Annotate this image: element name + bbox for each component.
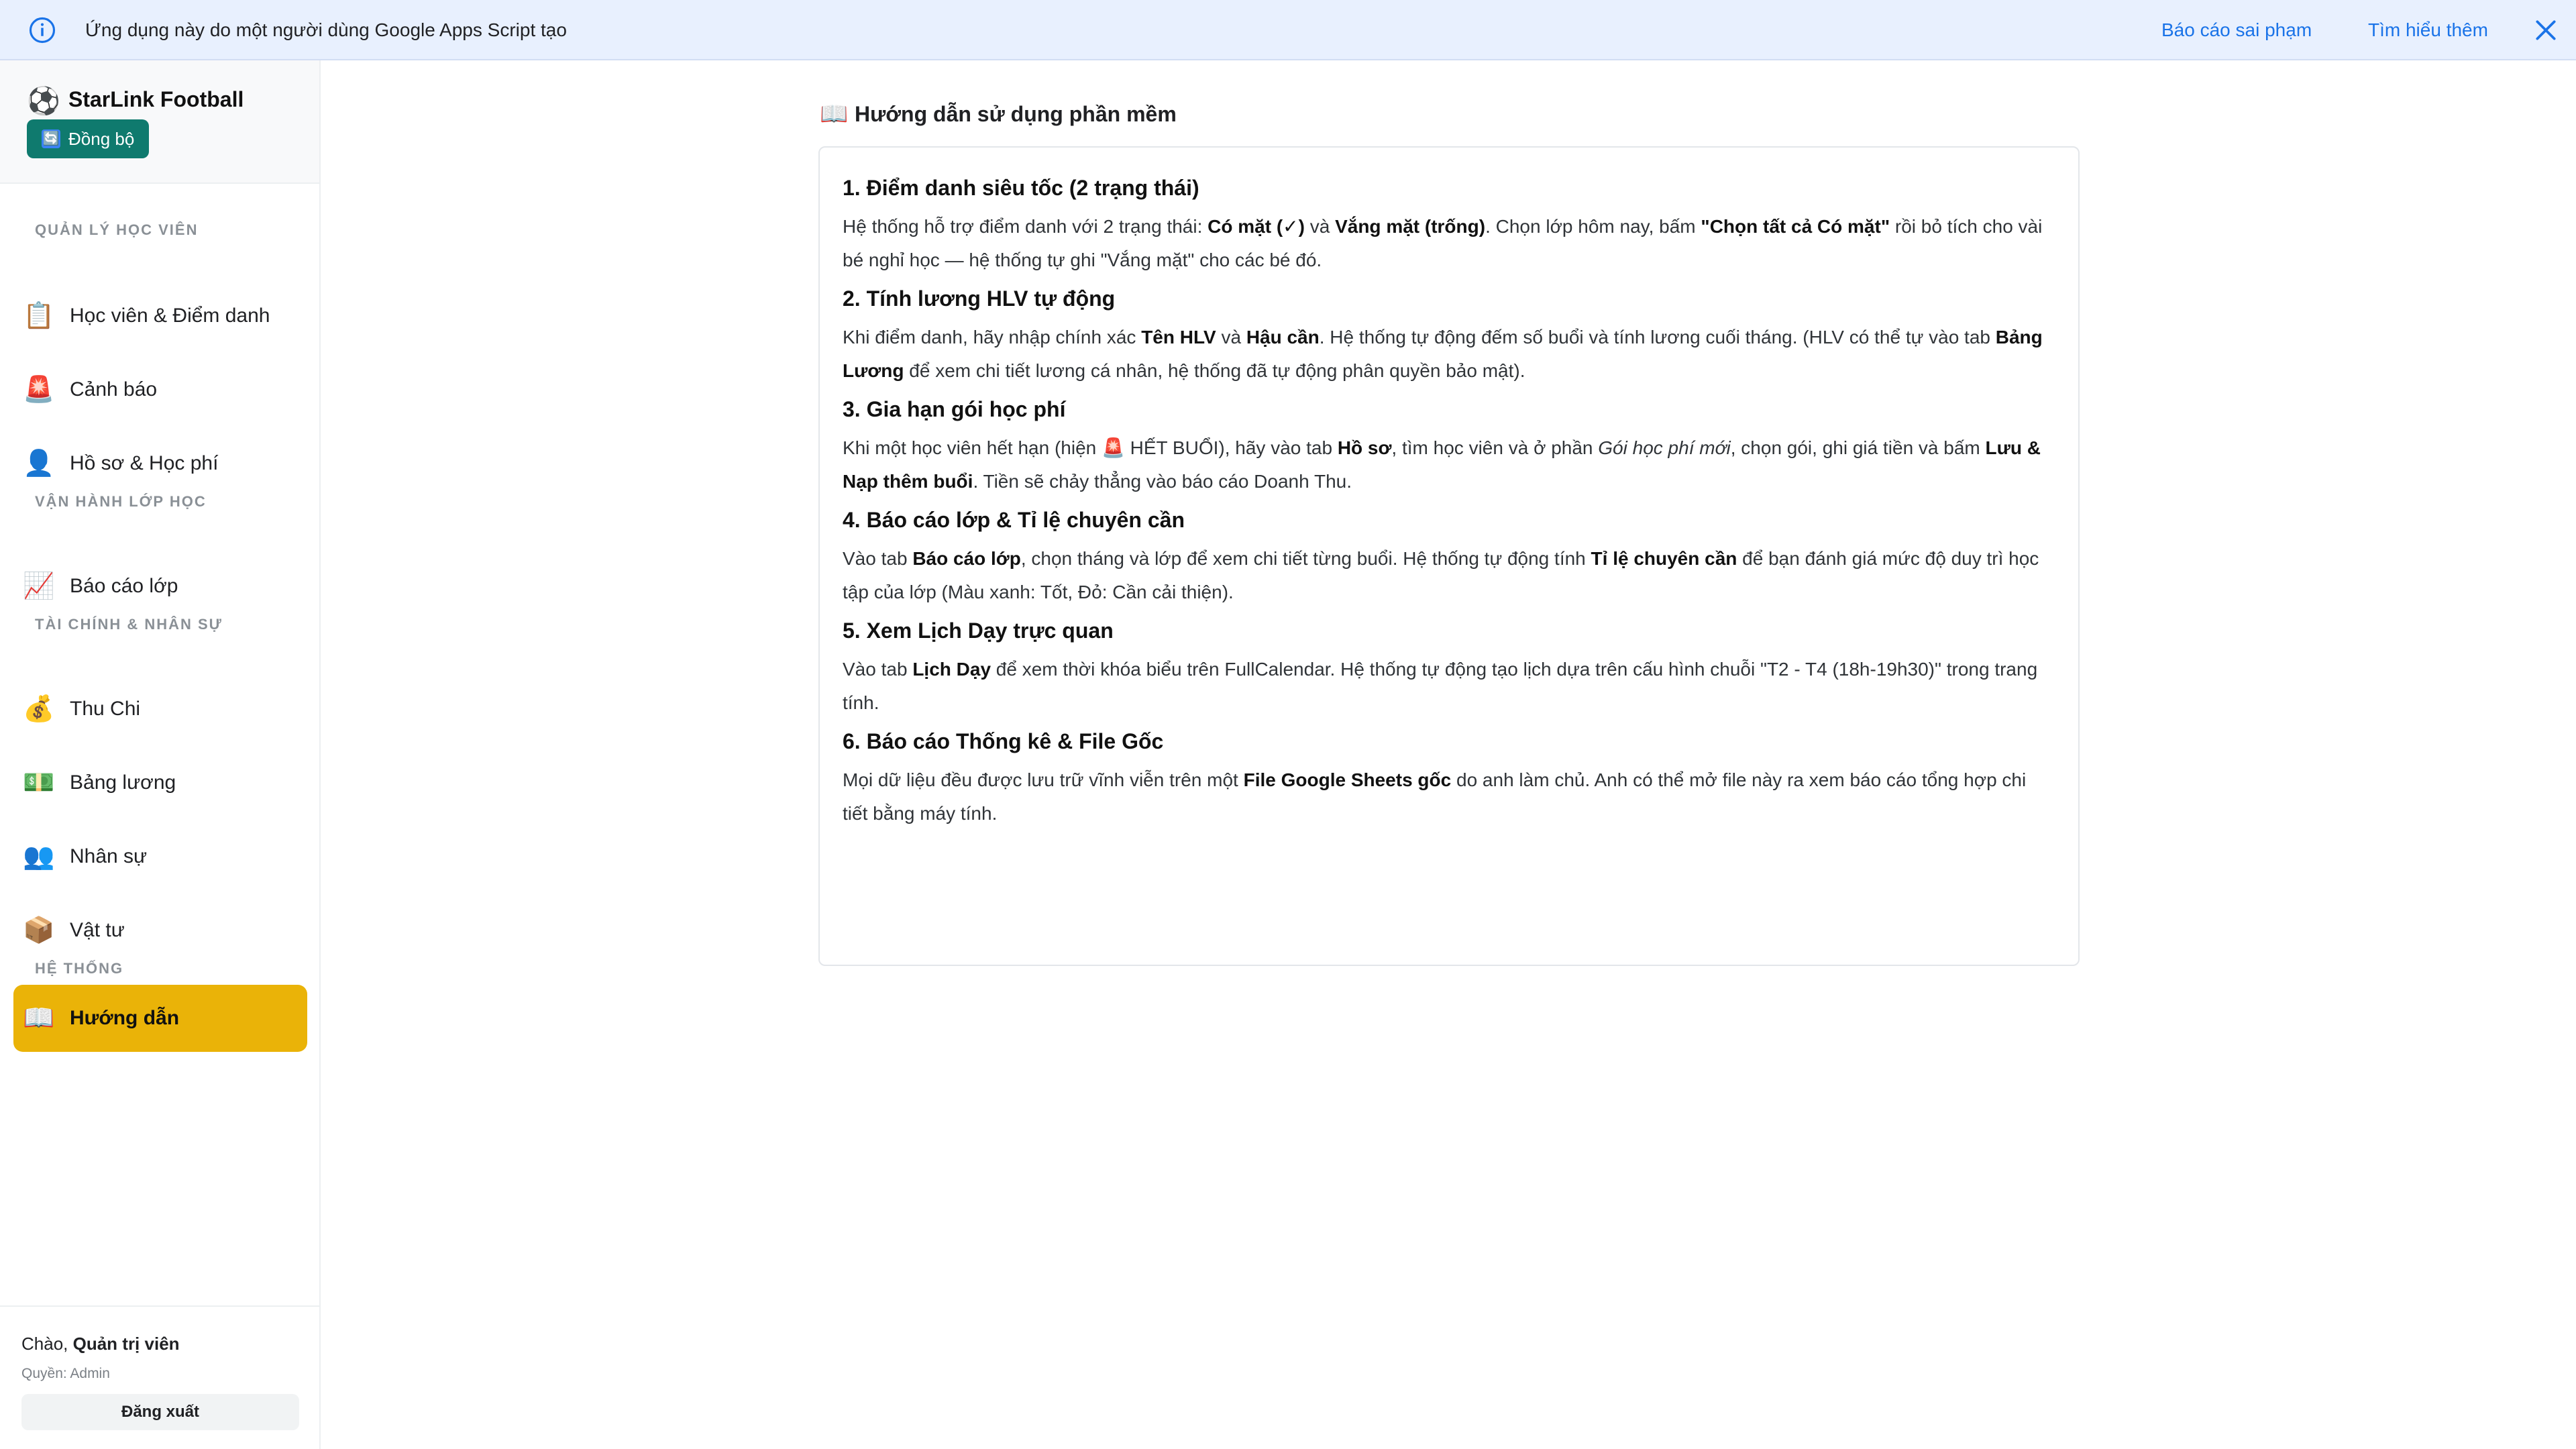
sidebar-item-income-expense[interactable]: 💰 Thu Chi xyxy=(13,676,307,743)
section-heading: 4. Báo cáo lớp & Tỉ lệ chuyên cần xyxy=(843,508,1185,532)
refresh-icon: 🔄 xyxy=(42,129,60,148)
section-title-finance-hr: TÀI CHÍNH & NHÂN SỰ xyxy=(35,616,223,633)
sidebar-item-label: Học viên & Điểm danh xyxy=(70,305,270,327)
sidebar-item-alerts[interactable]: 🚨 Cảnh báo xyxy=(13,356,307,423)
section-body: Hệ thống hỗ trợ điểm danh với 2 trạng th… xyxy=(843,216,2043,270)
clipboard-icon: 📋 xyxy=(23,302,55,330)
brand-name: StarLink Football xyxy=(68,87,244,111)
banknote-icon: 💵 xyxy=(23,769,55,797)
section-body: Mọi dữ liệu đều được lưu trữ vĩnh viễn t… xyxy=(843,769,2027,824)
guide-section: 6. Báo cáo Thống kê & File Gốc Mọi dữ li… xyxy=(843,729,2055,830)
sidebar-item-supplies[interactable]: 📦 Vật tư xyxy=(13,897,307,964)
apps-script-banner: Ứng dụng này do một người dùng Google Ap… xyxy=(0,0,2576,60)
guide-section: 2. Tính lương HLV tự động Khi điểm danh,… xyxy=(843,286,2055,388)
sidebar-item-class-report[interactable]: 📈 Báo cáo lớp xyxy=(13,553,307,620)
guide-section: 4. Báo cáo lớp & Tỉ lệ chuyên cần Vào ta… xyxy=(843,508,2055,609)
learn-more-link[interactable]: Tìm hiểu thêm xyxy=(2368,0,2488,60)
sidebar-item-payroll[interactable]: 💵 Bảng lương xyxy=(13,749,307,816)
section-heading: 1. Điểm danh siêu tốc (2 trạng thái) xyxy=(843,176,1199,200)
sidebar-item-staff[interactable]: 👥 Nhân sự xyxy=(13,823,307,890)
sync-button-label: Đồng bộ xyxy=(68,128,135,149)
close-icon[interactable] xyxy=(2533,17,2559,43)
logout-button[interactable]: Đăng xuất xyxy=(21,1394,299,1430)
user-panel: Chào, Quản trị viên Quyền: Admin Đăng xu… xyxy=(0,1305,319,1449)
section-body: Khi một học viên hết hạn (hiện 🚨 HẾT BUỔ… xyxy=(843,437,2041,492)
sidebar-item-students-attendance[interactable]: 📋 Học viên & Điểm danh xyxy=(13,282,307,350)
page-title: 📖 Hướng dẫn sử dụng phần mềm xyxy=(820,101,1177,127)
sidebar-item-label: Vật tư xyxy=(70,919,125,941)
section-body: Khi điểm danh, hãy nhập chính xác Tên HL… xyxy=(843,327,2043,381)
section-heading: 5. Xem Lịch Dạy trực quan xyxy=(843,619,1114,643)
report-abuse-link[interactable]: Báo cáo sai phạm xyxy=(2161,0,2312,60)
section-body: Vào tab Báo cáo lớp, chọn tháng và lớp đ… xyxy=(843,548,2039,602)
guide-section: 5. Xem Lịch Dạy trực quan Vào tab Lịch D… xyxy=(843,619,2055,720)
box-icon: 📦 xyxy=(23,916,55,945)
sync-button[interactable]: 🔄 Đồng bộ xyxy=(27,119,149,158)
section-heading: 6. Báo cáo Thống kê & File Gốc xyxy=(843,729,1164,753)
sidebar-item-label: Cảnh báo xyxy=(70,378,158,400)
people-icon: 👥 xyxy=(23,843,55,871)
sidebar-item-label: Bảng lương xyxy=(70,771,176,794)
sidebar-item-label: Thu Chi xyxy=(70,698,141,720)
user-name: Quản trị viên xyxy=(72,1334,180,1354)
banner-message: Ứng dụng này do một người dùng Google Ap… xyxy=(85,19,567,40)
football-logo-icon: ⚽ xyxy=(27,87,60,116)
section-heading: 2. Tính lương HLV tự động xyxy=(843,286,1116,311)
sidebar-item-guide[interactable]: 📖 Hướng dẫn xyxy=(13,985,307,1052)
money-bag-icon: 💰 xyxy=(23,695,55,723)
sidebar-item-label: Báo cáo lớp xyxy=(70,575,178,597)
book-icon: 📖 xyxy=(23,1004,55,1032)
siren-icon: 🚨 xyxy=(23,376,55,404)
chart-icon: 📈 xyxy=(23,572,55,600)
section-body: Vào tab Lịch Dạy để xem thời khóa biểu t… xyxy=(843,659,2038,713)
guide-section: 1. Điểm danh siêu tốc (2 trạng thái) Hệ … xyxy=(843,176,2055,277)
info-icon xyxy=(29,17,56,44)
section-title-student-management: QUẢN LÝ HỌC VIÊN xyxy=(35,221,199,238)
greeting: Chào, Quản trị viên xyxy=(21,1334,180,1354)
guide-card: 1. Điểm danh siêu tốc (2 trạng thái) Hệ … xyxy=(818,146,2080,966)
sidebar-item-label: Hồ sơ & Học phí xyxy=(70,452,219,474)
sidebar-item-label: Nhân sự xyxy=(70,845,148,867)
sidebar-item-label: Hướng dẫn xyxy=(70,1007,180,1029)
page-title-text: Hướng dẫn sử dụng phần mềm xyxy=(855,101,1177,126)
section-title-class-operations: VẬN HÀNH LỚP HỌC xyxy=(35,493,207,510)
person-icon: 👤 xyxy=(23,449,55,478)
section-title-system: HỆ THỐNG xyxy=(35,960,124,977)
section-heading: 3. Gia hạn gói học phí xyxy=(843,397,1066,421)
book-icon: 📖 xyxy=(820,101,849,127)
guide-section: 3. Gia hạn gói học phí Khi một học viên … xyxy=(843,397,2055,498)
user-role: Quyền: Admin xyxy=(21,1366,110,1381)
brand-header: ⚽ StarLink Football 🔄 Đồng bộ xyxy=(0,60,319,184)
greeting-prefix: Chào, xyxy=(21,1334,73,1354)
sidebar-item-profiles-fees[interactable]: 👤 Hồ sơ & Học phí xyxy=(13,430,307,497)
sidebar: ⚽ StarLink Football 🔄 Đồng bộ QUẢN LÝ HỌ… xyxy=(0,60,321,1449)
